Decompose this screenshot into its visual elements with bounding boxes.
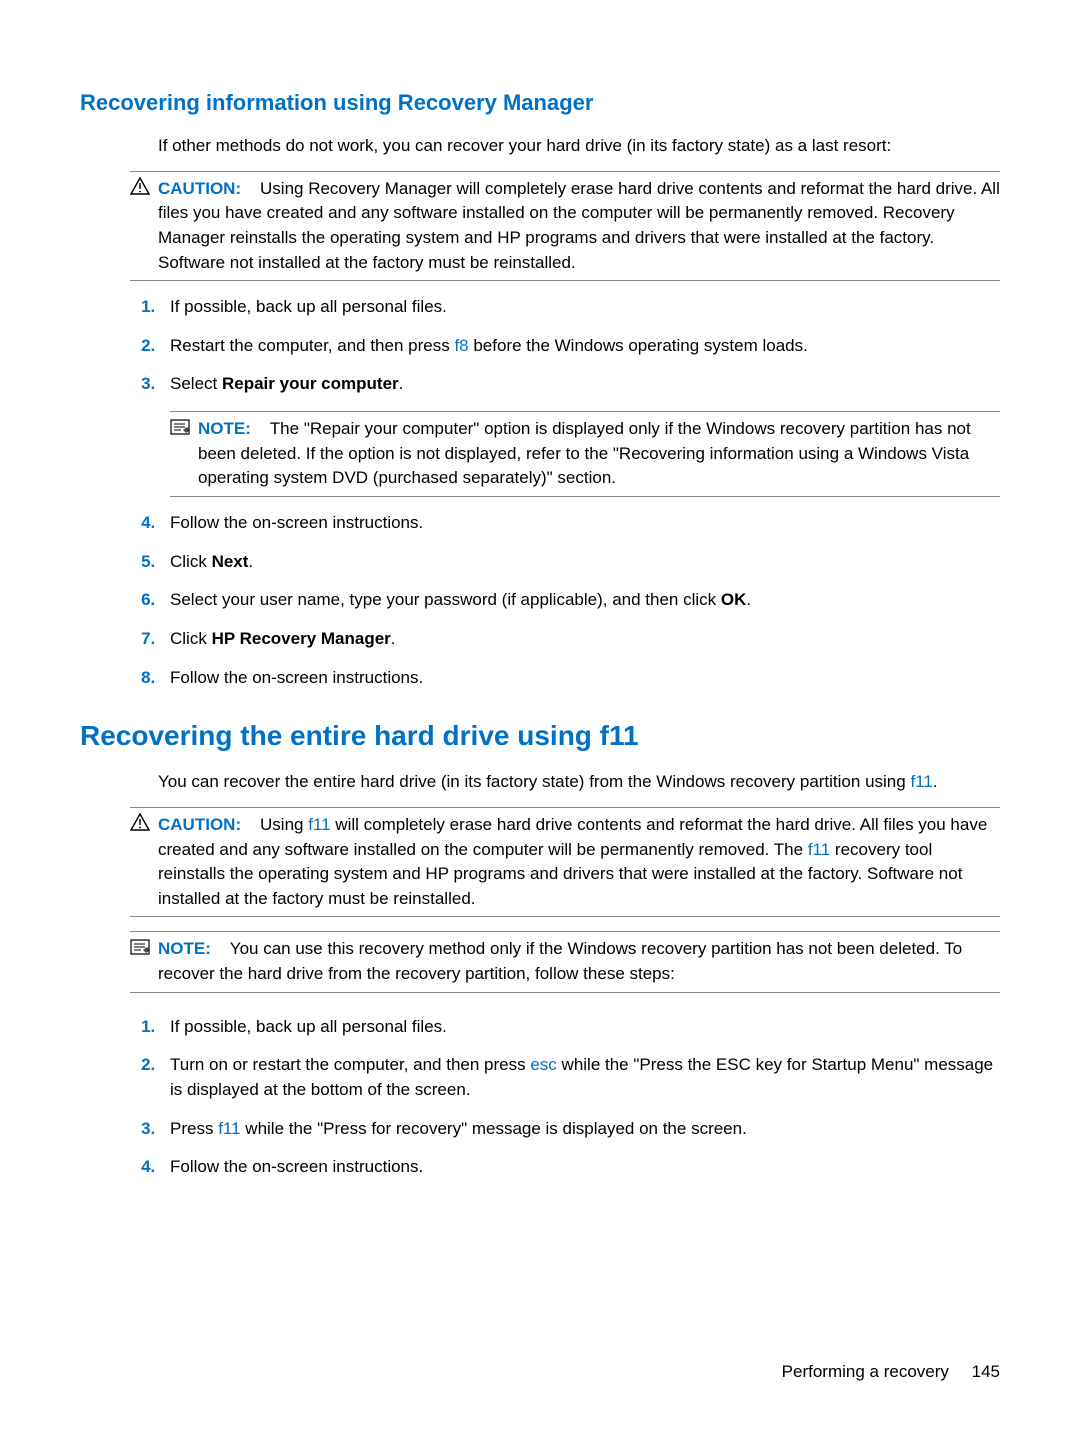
key-f11: f11	[808, 840, 830, 859]
key-esc: esc	[530, 1055, 556, 1074]
section1-step4: Follow the on-screen instructions.	[160, 511, 1000, 536]
step-text: Select	[170, 374, 222, 393]
step-text: .	[248, 552, 253, 571]
caution-icon	[130, 813, 152, 833]
note-icon	[170, 417, 192, 437]
section1-steps: If possible, back up all personal files.…	[130, 295, 1000, 690]
step-text: Turn on or restart the computer, and the…	[170, 1055, 530, 1074]
spacer	[216, 939, 230, 958]
spacer	[256, 419, 270, 438]
section2-note: NOTE: You can use this recovery method o…	[130, 931, 1000, 992]
section2-step1: If possible, back up all personal files.	[160, 1015, 1000, 1040]
step-text: before the Windows operating system load…	[469, 336, 808, 355]
page-footer: Performing a recovery 145	[782, 1362, 1000, 1382]
note-label: NOTE:	[198, 419, 251, 438]
key-f11: f11	[308, 815, 330, 834]
section1-step3: Select Repair your computer. NOTE: The "…	[160, 372, 1000, 497]
section1-intro: If other methods do not work, you can re…	[158, 134, 1000, 159]
repair-your-computer: Repair your computer	[222, 374, 399, 393]
key-f8: f8	[454, 336, 468, 355]
section1-step5: Click Next.	[160, 550, 1000, 575]
section2-intro: You can recover the entire hard drive (i…	[158, 770, 1000, 795]
section1-step7: Click HP Recovery Manager.	[160, 627, 1000, 652]
next-button-ref: Next	[212, 552, 249, 571]
note-icon	[130, 937, 152, 957]
section2-note-text: You can use this recovery method only if…	[158, 939, 962, 983]
section1-step1: If possible, back up all personal files.	[160, 295, 1000, 320]
section2-steps: If possible, back up all personal files.…	[130, 1015, 1000, 1180]
caution-label: CAUTION:	[158, 815, 241, 834]
step-text: Click	[170, 552, 212, 571]
page-number: 145	[972, 1362, 1000, 1381]
step-text: Select your user name, type your passwor…	[170, 590, 721, 609]
key-f11: f11	[218, 1119, 240, 1138]
section2-step4: Follow the on-screen instructions.	[160, 1155, 1000, 1180]
step-text: Restart the computer, and then press	[170, 336, 454, 355]
section1-caution: CAUTION: Using Recovery Manager will com…	[130, 171, 1000, 282]
note-label: NOTE:	[158, 939, 211, 958]
section1-note-text: The "Repair your computer" option is dis…	[198, 419, 971, 487]
step-text: .	[391, 629, 396, 648]
step-text: .	[399, 374, 404, 393]
section1-note: NOTE: The "Repair your computer" option …	[170, 411, 1000, 497]
section1-heading: Recovering information using Recovery Ma…	[80, 90, 1000, 116]
section1-step6: Select your user name, type your passwor…	[160, 588, 1000, 613]
key-f11: f11	[910, 772, 932, 791]
caution-icon	[130, 177, 152, 197]
section2-step3: Press f11 while the "Press for recovery"…	[160, 1117, 1000, 1142]
caution-text-a: Using	[260, 815, 308, 834]
step-text: .	[746, 590, 751, 609]
step-text: Click	[170, 629, 212, 648]
hp-recovery-manager-ref: HP Recovery Manager	[212, 629, 391, 648]
intro-text: You can recover the entire hard drive (i…	[158, 772, 910, 791]
page-content: Recovering information using Recovery Ma…	[0, 0, 1080, 1254]
step-text: Press	[170, 1119, 218, 1138]
ok-button-ref: OK	[721, 590, 747, 609]
section1-step2: Restart the computer, and then press f8 …	[160, 334, 1000, 359]
footer-section-label: Performing a recovery	[782, 1362, 949, 1381]
section2-caution: CAUTION: Using f11 will completely erase…	[130, 807, 1000, 918]
step-text: while the "Press for recovery" message i…	[241, 1119, 747, 1138]
section2-step2: Turn on or restart the computer, and the…	[160, 1053, 1000, 1102]
section2-heading: Recovering the entire hard drive using f…	[80, 720, 1000, 752]
section1-caution-text: Using Recovery Manager will completely e…	[158, 179, 1000, 272]
spacer	[246, 815, 260, 834]
intro-text: .	[933, 772, 938, 791]
caution-label: CAUTION:	[158, 179, 241, 198]
caution-text	[246, 179, 260, 198]
section1-step8: Follow the on-screen instructions.	[160, 666, 1000, 691]
